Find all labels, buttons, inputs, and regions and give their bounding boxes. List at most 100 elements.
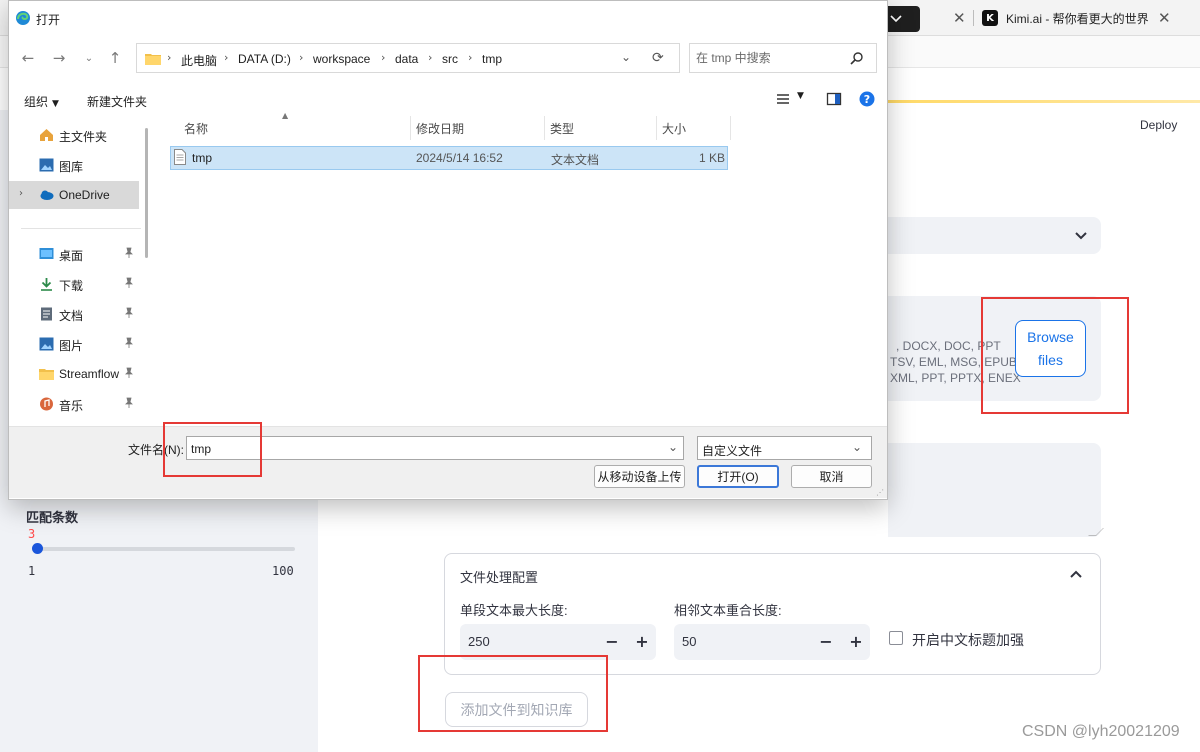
nav-item-downloads[interactable]: 下载 [9,270,139,298]
pin-icon [125,277,133,288]
nav-item-music[interactable]: 音乐 [9,390,139,418]
highlight-box [163,422,262,477]
tab-kimi-title: Kimi.ai - 帮你看更大的世界 [1006,11,1149,26]
file-type: 文本文档 [551,153,600,167]
column-header-name[interactable]: 名称 [184,120,208,137]
nav-item-documents[interactable]: 文档 [9,300,139,328]
text-input-area[interactable] [888,443,1101,537]
breadcrumb-workspace[interactable]: workspace [313,52,370,66]
resize-grip-icon[interactable]: ⋰ [876,488,886,498]
close-tab-icon[interactable]: ✕ [953,9,966,27]
gallery-icon [39,158,54,172]
column-header-size[interactable]: 大小 [662,120,686,137]
preview-pane-icon[interactable] [826,91,842,107]
nav-item-onedrive[interactable]: › OneDrive [9,181,139,209]
overlap-value: 50 [682,634,697,649]
knowledge-base-select[interactable] [888,217,1101,254]
slider-value: 3 [28,527,36,541]
chevron-up-icon[interactable] [1068,567,1084,583]
increment-button[interactable]: + [845,630,867,652]
document-icon [41,307,52,321]
breadcrumb-separator-icon: › [299,51,304,64]
config-title[interactable]: 文件处理配置 [460,567,538,586]
music-icon [40,397,53,411]
home-icon [40,129,53,141]
open-button[interactable]: 打开(O) [697,465,779,488]
nav-item-gallery[interactable]: 图库 [9,151,139,179]
column-divider[interactable] [730,116,731,140]
decrement-button[interactable]: − [601,630,623,652]
zh-title-enhance-label[interactable]: 开启中文标题加强 [912,630,1024,650]
nav-item-home[interactable]: 主文件夹 [9,121,139,149]
recent-locations-icon[interactable]: ⌄ [80,50,98,66]
match-count-label: 匹配条数 [26,510,79,525]
pin-icon [125,307,133,318]
sort-ascending-icon: ▲ [282,111,289,120]
decrement-button[interactable]: − [815,630,837,652]
address-bar[interactable]: › 此电脑 › DATA (D:) › workspace › data › s… [136,43,680,73]
pin-icon [125,247,133,258]
slider-min: 1 [28,564,36,578]
match-count-slider[interactable] [32,547,295,551]
chunk-size-label: 单段文本最大长度: [460,603,568,618]
column-divider[interactable] [544,116,545,140]
chunk-size-value: 250 [468,634,490,649]
pin-icon [125,397,133,408]
filetype-select[interactable]: 自定义文件 ⌄ [697,436,872,460]
chevron-down-icon[interactable]: ⌄ [668,440,678,454]
column-divider[interactable] [410,116,411,140]
nav-item-label: 桌面 [59,249,84,263]
organize-menu[interactable]: 组织 ▼ [24,93,59,110]
nav-item-desktop[interactable]: 桌面 [9,240,139,268]
column-divider[interactable] [656,116,657,140]
zh-title-enhance-checkbox[interactable] [889,631,903,645]
breadcrumb-data[interactable]: data [395,52,418,66]
breadcrumb-drive[interactable]: DATA (D:) [238,52,291,66]
breadcrumb-tmp[interactable]: tmp [482,52,502,66]
edge-browser-icon [16,11,30,25]
cancel-button[interactable]: 取消 [791,465,872,488]
nav-item-label: 图库 [59,160,84,174]
chevron-down-icon[interactable]: ⌄ [621,50,631,64]
nav-scrollbar[interactable] [145,128,148,258]
slider-thumb[interactable] [31,543,43,554]
cloud-icon [40,190,54,200]
search-box[interactable] [689,43,877,73]
kimi-logo-icon: K [982,10,998,26]
new-folder-button[interactable]: 新建文件夹 [87,93,147,110]
tab-kimi[interactable]: K Kimi.ai - 帮你看更大的世界 [982,8,1149,28]
column-header-modified[interactable]: 修改日期 [416,120,464,137]
slider-max: 100 [272,564,294,578]
upload-from-mobile-button[interactable]: 从移动设备上传 [594,465,685,488]
nav-divider [21,228,141,229]
organize-label: 组织 [24,95,49,109]
search-input[interactable] [696,50,846,66]
overlap-input[interactable]: 50 − + [674,624,870,660]
up-arrow-icon[interactable]: ↑ [106,49,124,67]
picture-icon [39,337,54,351]
column-header-type[interactable]: 类型 [550,120,574,137]
refresh-icon[interactable]: ⟳ [652,50,664,66]
back-arrow-icon[interactable]: ← [19,49,37,67]
increment-button[interactable]: + [631,630,653,652]
folder-icon [39,369,54,380]
caret-down-icon: ▼ [52,99,59,109]
search-icon[interactable] [850,51,864,65]
breadcrumb-src[interactable]: src [442,52,458,66]
filetype-value: 自定义文件 [702,444,763,458]
watermark: CSDN @lyh20021209 [1022,723,1180,740]
chevron-right-icon[interactable]: › [19,188,23,199]
breadcrumb-separator-icon: › [381,51,386,64]
close-tab-kimi-icon[interactable]: ✕ [1158,9,1171,27]
folder-icon [145,54,161,65]
view-options-caret-icon[interactable]: ▼ [797,91,804,101]
help-icon[interactable]: ? [859,91,875,107]
breadcrumb-separator-icon: › [428,51,433,64]
nav-item-pictures[interactable]: 图片 [9,330,139,358]
deploy-button[interactable]: Deploy [1140,118,1177,132]
view-list-icon[interactable] [776,91,792,107]
forward-arrow-icon[interactable]: → [50,49,68,67]
nav-item-streamflow[interactable]: Streamflow [9,360,139,388]
breadcrumb-separator-icon: › [167,51,172,64]
breadcrumb-this-pc[interactable]: 此电脑 [181,52,217,69]
